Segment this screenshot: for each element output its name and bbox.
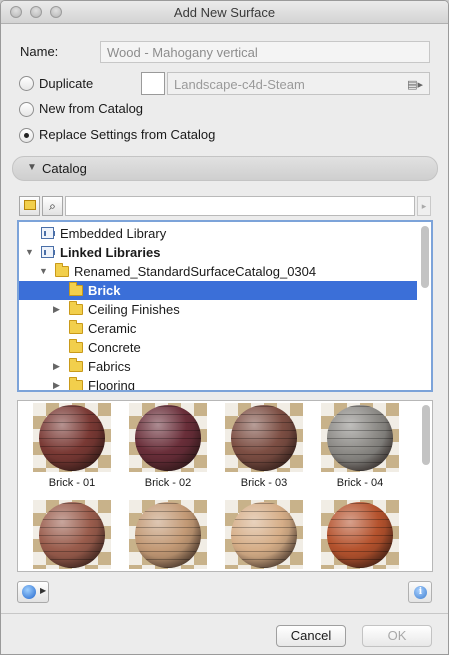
tree-item-label: Renamed_StandardSurfaceCatalog_0304 — [74, 264, 317, 279]
duplicate-radio[interactable] — [19, 76, 34, 91]
catalog-section-header[interactable]: ▼ Catalog — [12, 156, 438, 181]
tree-item-label: Linked Libraries — [60, 245, 161, 260]
folder-icon — [69, 320, 83, 334]
surface-thumbnail[interactable]: Brick - 05 — [24, 500, 120, 571]
replace-settings-radio[interactable] — [19, 128, 34, 143]
material-preview-sphere — [231, 502, 297, 568]
surface-thumbnail[interactable]: Brick - 02 — [120, 403, 216, 495]
material-preview-sphere — [327, 502, 393, 568]
ok-button[interactable]: OK — [362, 625, 432, 647]
tree-item-label: Ceramic — [88, 321, 137, 336]
folder-icon — [55, 263, 69, 277]
material-preview-sphere — [135, 405, 201, 471]
surface-thumbnail[interactable]: Brick - Aged — [216, 500, 312, 571]
thumbnail-label: Brick - 04 — [336, 477, 384, 489]
linked-library-icon — [41, 246, 55, 258]
tree-item[interactable]: ▼ Renamed_StandardSurfaceCatalog_0304 — [19, 262, 417, 281]
tree-scrollbar-thumb[interactable] — [421, 226, 429, 288]
title-bar: Add New Surface — [1, 1, 448, 24]
tree-item-label: Brick — [88, 283, 121, 298]
expanded-triangle-icon[interactable]: ▼ — [39, 262, 48, 281]
tree-item[interactable]: ▼ Linked Libraries — [19, 243, 417, 262]
surface-thumbnail[interactable]: Brick - Aged — [120, 500, 216, 571]
search-toggle-button[interactable]: ⌕ — [42, 196, 63, 216]
add-new-surface-dialog: Add New Surface Name: Wood - Mahogany ve… — [0, 0, 449, 655]
magnifier-icon: ⌕ — [49, 199, 56, 213]
search-go-button[interactable]: ▸ — [417, 196, 431, 216]
duplicate-source-value: Landscape-c4d-Steam — [174, 77, 305, 92]
duplicate-source-select[interactable]: Landscape-c4d-Steam ▤▸ — [167, 72, 430, 95]
tree-item[interactable]: Embedded Library — [19, 224, 417, 243]
tree-item-label: Ceiling Finishes — [88, 302, 180, 317]
replace-settings-label: Replace Settings from Catalog — [39, 127, 216, 142]
surface-name-field[interactable]: Wood - Mahogany vertical — [100, 41, 430, 63]
tree-item[interactable]: ▶ Ceiling Finishes — [19, 300, 417, 319]
material-preview-sphere — [135, 502, 201, 568]
tree-item[interactable]: ▶ Flooring — [19, 376, 417, 392]
thumbnail-label: Brick - 02 — [144, 477, 192, 489]
window-title: Add New Surface — [173, 5, 276, 20]
collapsed-triangle-icon[interactable]: ▶ — [53, 357, 60, 376]
collapsed-triangle-icon[interactable]: ▶ — [53, 300, 60, 319]
tree-item-label: Fabrics — [88, 359, 131, 374]
gallery-scrollbar-thumb[interactable] — [422, 405, 430, 465]
tree-item-label: Embedded Library — [60, 226, 167, 241]
collapsed-triangle-icon[interactable]: ▶ — [53, 376, 60, 390]
folder-icon — [69, 339, 83, 353]
surface-thumbnail[interactable]: Brick - 01 — [24, 403, 120, 495]
surface-thumbnail[interactable]: Brick - 03 — [216, 403, 312, 495]
footer-divider — [1, 613, 448, 614]
folder-view-icon — [23, 200, 36, 210]
list-icon: ▤▸ — [407, 79, 423, 91]
new-from-catalog-radio[interactable] — [19, 102, 34, 117]
tree-item-label: Concrete — [88, 340, 141, 355]
tree-item[interactable]: Brick — [19, 281, 417, 300]
folder-icon — [69, 377, 83, 390]
surface-thumbnail[interactable]: Brick - 04 — [312, 403, 408, 495]
name-label: Name: — [20, 44, 59, 59]
surface-swatch[interactable] — [141, 72, 165, 95]
globe-icon — [22, 585, 36, 599]
tree-item[interactable]: ▶ Fabrics — [19, 357, 417, 376]
tree-item-label: Flooring — [88, 378, 135, 392]
material-preview-sphere — [327, 405, 393, 471]
tree-item[interactable]: Ceramic — [19, 319, 417, 338]
thumbnail-label: Brick - 01 — [48, 477, 96, 489]
info-button[interactable]: i — [408, 581, 432, 603]
catalog-header-label: Catalog — [42, 161, 87, 176]
duplicate-label: Duplicate — [39, 76, 94, 91]
library-icon — [41, 227, 55, 239]
material-preview-sphere — [39, 502, 105, 568]
material-preview-sphere — [39, 405, 105, 471]
catalog-tree[interactable]: Embedded Library ▼ Linked Libraries ▼ Rename… — [17, 220, 433, 392]
thumbnail-label: Brick - 03 — [240, 477, 288, 489]
disclosure-triangle-icon: ▼ — [27, 162, 37, 173]
surface-thumbnail-gallery[interactable]: Brick - 01 Brick - 02 Brick - 03 Brick - 04… — [17, 400, 433, 572]
library-manager-button[interactable]: ▶ — [17, 581, 49, 603]
folder-view-button[interactable] — [19, 196, 40, 216]
folder-icon — [69, 301, 83, 315]
surface-thumbnail[interactable]: Brick - Aged — [312, 500, 408, 571]
folder-icon — [69, 358, 83, 372]
tree-item[interactable]: Concrete — [19, 338, 417, 357]
info-icon: i — [414, 586, 427, 599]
cancel-button[interactable]: Cancel — [276, 625, 346, 647]
new-from-catalog-label: New from Catalog — [39, 101, 144, 116]
material-preview-sphere — [231, 405, 297, 471]
expanded-triangle-icon[interactable]: ▼ — [25, 243, 34, 262]
dropdown-arrow-icon: ▶ — [40, 586, 47, 595]
folder-icon — [69, 282, 83, 296]
catalog-search-input[interactable] — [65, 196, 415, 216]
